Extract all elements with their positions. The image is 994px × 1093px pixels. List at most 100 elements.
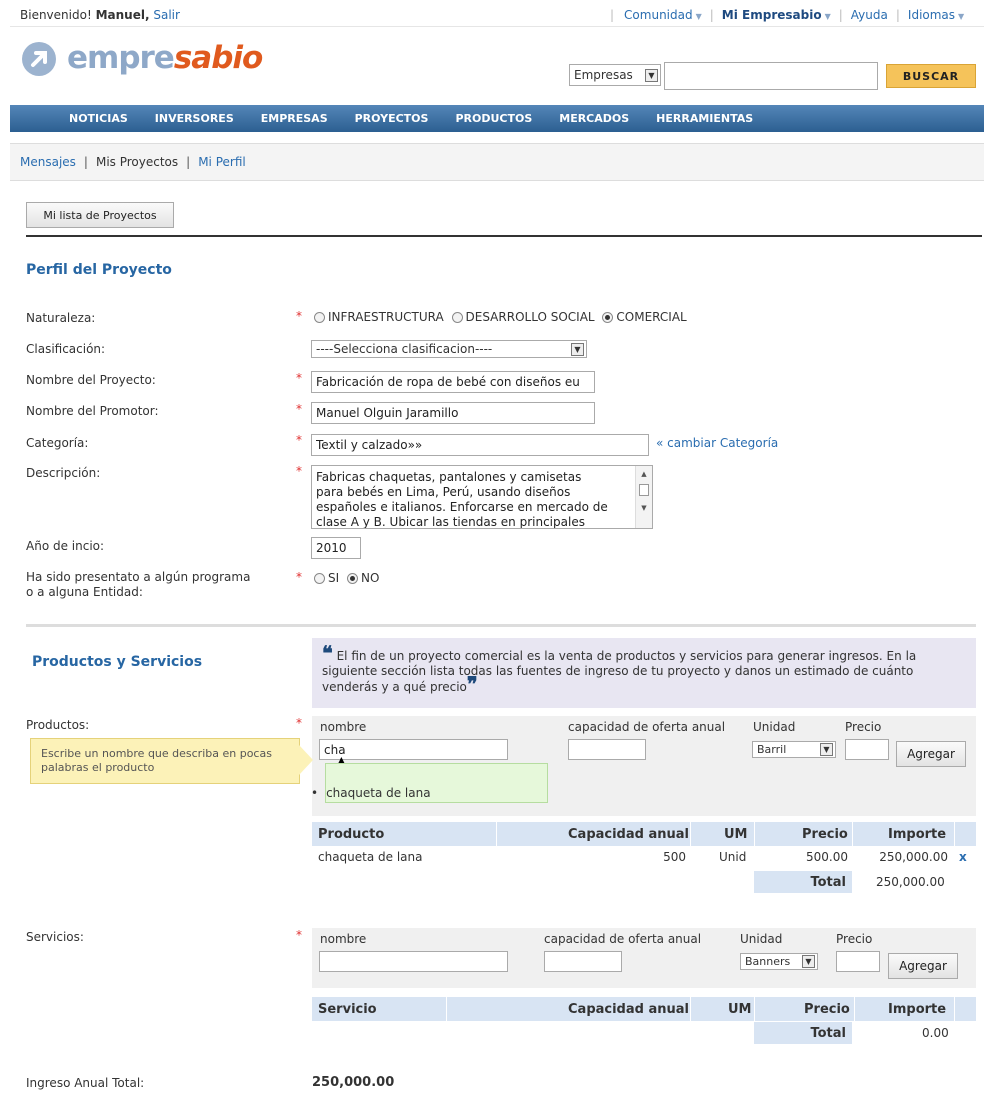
required-mark: * <box>296 464 302 478</box>
radio-desarrollo-social[interactable]: DESARROLLO SOCIAL <box>451 310 595 324</box>
radio-no[interactable]: NO <box>346 571 379 585</box>
producto-capacidad-input[interactable] <box>568 739 646 760</box>
bullet-icon: • <box>311 786 319 800</box>
total-value: 0.00 <box>922 1026 949 1040</box>
quote-close-icon: ❞ <box>466 672 478 696</box>
srv-col-capacidad-label: capacidad de oferta anual <box>544 932 702 946</box>
programa-radio-group: SI NO <box>314 571 379 585</box>
scroll-up-icon[interactable]: ▲ <box>636 470 652 478</box>
th-precio: Precio <box>804 1001 850 1017</box>
th-importe: Importe <box>888 1001 947 1017</box>
categoria-input[interactable] <box>311 434 649 456</box>
th-servicio: Servicio <box>318 1001 377 1017</box>
chevron-down-icon: ▼ <box>958 12 965 21</box>
nav-productos[interactable]: PRODUCTOS <box>455 112 532 125</box>
table-header: Servicio Capacidad anual UM Precio Impor… <box>312 997 976 1021</box>
chevron-down-icon: ▼ <box>645 68 658 82</box>
col-capacidad-label: capacidad de oferta anual <box>568 720 726 734</box>
row-importe: 250,000.00 <box>879 850 948 864</box>
sub-nav: Mensajes | Mis Proyectos | Mi Perfil <box>10 143 984 181</box>
ingreso-label: Ingreso Anual Total: <box>26 1076 145 1090</box>
descripcion-label: Descripción: <box>26 466 101 480</box>
subnav-mi-perfil[interactable]: Mi Perfil <box>198 155 246 169</box>
nombre-promotor-input[interactable] <box>311 402 595 424</box>
th-capacidad: Capacidad anual <box>568 1001 689 1017</box>
agregar-producto-button[interactable]: Agregar <box>896 741 966 767</box>
nav-inversores[interactable]: INVERSORES <box>155 112 234 125</box>
th-capacidad: Capacidad anual <box>568 826 689 842</box>
servicio-unidad-select[interactable]: Banners ▼ <box>740 953 818 970</box>
producto-nombre-input[interactable] <box>319 739 508 760</box>
anio-label: Año de incio: <box>26 539 105 553</box>
required-mark: * <box>296 402 302 416</box>
tooltip-arrow <box>299 745 313 775</box>
nav-proyectos[interactable]: PROYECTOS <box>355 112 429 125</box>
menu-idiomas[interactable]: Idiomas ▼ <box>908 8 964 22</box>
ingreso-value: 250,000.00 <box>312 1075 395 1090</box>
naturaleza-label: Naturaleza: <box>26 311 96 325</box>
th-importe: Importe <box>888 826 947 842</box>
nombre-promotor-label: Nombre del Promotor: <box>26 404 159 418</box>
anio-input[interactable] <box>311 537 361 559</box>
producto-unidad-select[interactable]: Barril ▼ <box>752 741 836 758</box>
logo-icon <box>22 42 56 76</box>
scroll-down-icon[interactable]: ▼ <box>636 504 652 512</box>
row-precio: 500.00 <box>806 850 848 864</box>
subnav-mis-proyectos[interactable]: Mis Proyectos <box>96 155 178 169</box>
divider <box>26 624 976 627</box>
descripcion-textarea[interactable]: Fabricas chaquetas, pantalones y camiset… <box>311 465 653 529</box>
table-header: Producto Capacidad anual UM Precio Impor… <box>312 822 976 846</box>
logout-link[interactable]: Salir <box>153 8 180 22</box>
scroll-thumb[interactable] <box>639 484 649 496</box>
menu-mi-empresabio[interactable]: Mi Empresabio ▼ <box>722 8 831 22</box>
required-mark: * <box>296 716 302 730</box>
clasificacion-select[interactable]: ----Selecciona clasificacion---- ▼ <box>311 340 587 358</box>
user-name: Manuel, <box>95 8 150 22</box>
producto-precio-input[interactable] <box>845 739 889 760</box>
nombre-proyecto-input[interactable] <box>311 371 595 393</box>
remove-icon[interactable]: x <box>959 850 967 864</box>
radio-comercial[interactable]: COMERCIAL <box>602 310 687 324</box>
search-input[interactable] <box>664 62 878 90</box>
project-list-button[interactable]: Mi lista de Proyectos <box>26 202 174 228</box>
row-producto: chaqueta de lana <box>318 850 423 864</box>
radio-infraestructura[interactable]: INFRAESTRUCTURA <box>314 310 444 324</box>
section-title-productos: Productos y Servicios <box>32 654 203 670</box>
search-scope-select[interactable]: Empresas ▼ <box>569 64 661 86</box>
servicio-precio-input[interactable] <box>836 951 880 972</box>
clasificacion-label: Clasificación: <box>26 342 106 356</box>
menu-ayuda[interactable]: Ayuda <box>851 8 888 22</box>
autocomplete-item[interactable]: • chaqueta de lana <box>311 786 431 800</box>
servicio-nombre-input[interactable] <box>319 951 508 972</box>
th-um: UM <box>728 1001 752 1017</box>
help-tooltip: Escribe un nombre que describa en pocas … <box>30 738 300 784</box>
required-mark: * <box>296 309 302 323</box>
main-nav: NOTICIAS INVERSORES EMPRESAS PROYECTOS P… <box>10 105 984 132</box>
radio-si[interactable]: SI <box>314 571 339 585</box>
required-mark: * <box>296 433 302 447</box>
nav-empresas[interactable]: EMPRESAS <box>261 112 328 125</box>
servicio-capacidad-input[interactable] <box>544 951 622 972</box>
nav-noticias[interactable]: NOTICIAS <box>69 112 128 125</box>
welcome-text: Bienvenido! <box>20 8 92 22</box>
nav-mercados[interactable]: MERCADOS <box>559 112 629 125</box>
required-mark: * <box>296 928 302 942</box>
menu-comunidad[interactable]: Comunidad ▼ <box>624 8 702 22</box>
textarea-scrollbar[interactable]: ▲ ▼ <box>635 466 652 528</box>
chevron-down-icon: ▼ <box>802 955 815 968</box>
agregar-servicio-button[interactable]: Agregar <box>888 953 958 979</box>
col-precio-label: Precio <box>845 720 882 734</box>
cambiar-categoria-link[interactable]: « cambiar Categoría <box>656 436 778 450</box>
top-menu: | Comunidad ▼ | Mi Empresabio ▼ | Ayuda | … <box>610 8 965 22</box>
logo[interactable]: empresabio <box>67 40 263 76</box>
nombre-proyecto-label: Nombre del Proyecto: <box>26 373 156 387</box>
row-um: Unid <box>719 850 747 864</box>
categoria-label: Categoría: <box>26 436 89 450</box>
search-button[interactable]: BUSCAR <box>886 64 976 88</box>
servicios-label: Servicios: <box>26 930 84 944</box>
subnav-mensajes[interactable]: Mensajes <box>20 155 76 169</box>
nav-herramientas[interactable]: HERRAMIENTAS <box>656 112 753 125</box>
section-title-perfil: Perfil del Proyecto <box>26 262 172 278</box>
srv-col-unidad-label: Unidad <box>740 932 783 946</box>
total-value: 250,000.00 <box>876 875 945 889</box>
